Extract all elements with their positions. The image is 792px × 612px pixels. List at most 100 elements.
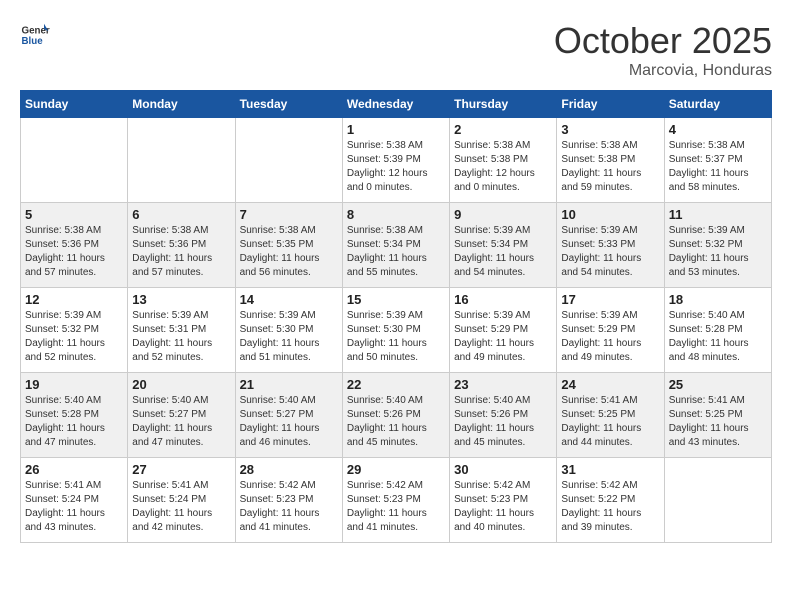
day-info: Sunrise: 5:39 AMSunset: 5:29 PMDaylight:…: [561, 309, 659, 365]
day-info: Sunrise: 5:41 AMSunset: 5:25 PMDaylight:…: [669, 394, 767, 450]
day-number: 10: [561, 207, 659, 222]
title-area: October 2025 Marcovia, Honduras: [554, 20, 772, 80]
table-row: 1 Sunrise: 5:38 AMSunset: 5:39 PMDaylight…: [342, 118, 449, 203]
day-info: Sunrise: 5:42 AMSunset: 5:23 PMDaylight:…: [347, 479, 445, 535]
day-number: 18: [669, 292, 767, 307]
page-header: General Blue October 2025 Marcovia, Hond…: [20, 20, 772, 80]
day-number: 11: [669, 207, 767, 222]
day-info: Sunrise: 5:41 AMSunset: 5:24 PMDaylight:…: [25, 479, 123, 535]
day-number: 4: [669, 122, 767, 137]
day-info: Sunrise: 5:40 AMSunset: 5:26 PMDaylight:…: [454, 394, 552, 450]
day-info: Sunrise: 5:40 AMSunset: 5:28 PMDaylight:…: [25, 394, 123, 450]
weekday-header-row: Sunday Monday Tuesday Wednesday Thursday…: [21, 91, 772, 118]
table-row: [235, 118, 342, 203]
logo-icon: General Blue: [20, 20, 50, 50]
day-info: Sunrise: 5:39 AMSunset: 5:31 PMDaylight:…: [132, 309, 230, 365]
table-row: 5 Sunrise: 5:38 AMSunset: 5:36 PMDaylight…: [21, 203, 128, 288]
table-row: 2Sunrise: 5:38 AMSunset: 5:38 PMDaylight…: [450, 118, 557, 203]
calendar-week-row: 1 Sunrise: 5:38 AMSunset: 5:39 PMDaylight…: [21, 118, 772, 203]
day-number: 13: [132, 292, 230, 307]
location-title: Marcovia, Honduras: [554, 62, 772, 80]
day-number: 31: [561, 462, 659, 477]
svg-text:Blue: Blue: [22, 36, 44, 47]
day-info: Sunrise: 5:40 AMSunset: 5:26 PMDaylight:…: [347, 394, 445, 450]
table-row: 15 Sunrise: 5:39 AMSunset: 5:30 PMDayligh…: [342, 288, 449, 373]
day-info: Sunrise: 5:39 AMSunset: 5:30 PMDaylight:…: [347, 309, 445, 365]
table-row: [21, 118, 128, 203]
header-saturday: Saturday: [664, 91, 771, 118]
table-row: 29 Sunrise: 5:42 AMSunset: 5:23 PMDayligh…: [342, 458, 449, 543]
day-number: 16: [454, 292, 552, 307]
day-info: Sunrise: 5:38 AMSunset: 5:36 PMDaylight:…: [132, 224, 230, 280]
day-number: 30: [454, 462, 552, 477]
table-row: 11 Sunrise: 5:39 AMSunset: 5:32 PMDayligh…: [664, 203, 771, 288]
table-row: 26 Sunrise: 5:41 AMSunset: 5:24 PMDayligh…: [21, 458, 128, 543]
table-row: [128, 118, 235, 203]
day-number: 19: [25, 377, 123, 392]
table-row: 30 Sunrise: 5:42 AMSunset: 5:23 PMDayligh…: [450, 458, 557, 543]
day-info: Sunrise: 5:38 AMSunset: 5:37 PMDaylight:…: [669, 139, 767, 195]
day-info: Sunrise: 5:38 AMSunset: 5:34 PMDaylight:…: [347, 224, 445, 280]
table-row: 19 Sunrise: 5:40 AMSunset: 5:28 PMDayligh…: [21, 373, 128, 458]
header-wednesday: Wednesday: [342, 91, 449, 118]
day-number: 17: [561, 292, 659, 307]
header-sunday: Sunday: [21, 91, 128, 118]
day-number: 14: [240, 292, 338, 307]
day-info: Sunrise: 5:39 AMSunset: 5:34 PMDaylight:…: [454, 224, 552, 280]
table-row: 8 Sunrise: 5:38 AMSunset: 5:34 PMDaylight…: [342, 203, 449, 288]
day-number: 23: [454, 377, 552, 392]
day-number: 29: [347, 462, 445, 477]
table-row: 24Sunrise: 5:41 AMSunset: 5:25 PMDayligh…: [557, 373, 664, 458]
table-row: 21 Sunrise: 5:40 AMSunset: 5:27 PMDayligh…: [235, 373, 342, 458]
logo: General Blue: [20, 20, 50, 50]
table-row: 4 Sunrise: 5:38 AMSunset: 5:37 PMDaylight…: [664, 118, 771, 203]
day-number: 6: [132, 207, 230, 222]
day-number: 21: [240, 377, 338, 392]
day-info: Sunrise: 5:39 AMSunset: 5:32 PMDaylight:…: [669, 224, 767, 280]
day-info: Sunrise: 5:38 AMSunset: 5:38 PMDaylight:…: [454, 139, 552, 195]
day-number: 8: [347, 207, 445, 222]
calendar-table: Sunday Monday Tuesday Wednesday Thursday…: [20, 90, 772, 543]
calendar-week-row: 26 Sunrise: 5:41 AMSunset: 5:24 PMDayligh…: [21, 458, 772, 543]
day-number: 27: [132, 462, 230, 477]
day-info: Sunrise: 5:40 AMSunset: 5:28 PMDaylight:…: [669, 309, 767, 365]
day-number: 15: [347, 292, 445, 307]
table-row: [664, 458, 771, 543]
day-info: Sunrise: 5:39 AMSunset: 5:32 PMDaylight:…: [25, 309, 123, 365]
day-number: 20: [132, 377, 230, 392]
day-number: 28: [240, 462, 338, 477]
day-info: Sunrise: 5:39 AMSunset: 5:30 PMDaylight:…: [240, 309, 338, 365]
day-number: 25: [669, 377, 767, 392]
day-number: 3: [561, 122, 659, 137]
header-monday: Monday: [128, 91, 235, 118]
table-row: 16Sunrise: 5:39 AMSunset: 5:29 PMDayligh…: [450, 288, 557, 373]
table-row: 23 Sunrise: 5:40 AMSunset: 5:26 PMDayligh…: [450, 373, 557, 458]
day-info: Sunrise: 5:42 AMSunset: 5:23 PMDaylight:…: [454, 479, 552, 535]
day-info: Sunrise: 5:40 AMSunset: 5:27 PMDaylight:…: [240, 394, 338, 450]
day-info: Sunrise: 5:42 AMSunset: 5:22 PMDaylight:…: [561, 479, 659, 535]
day-info: Sunrise: 5:38 AMSunset: 5:39 PMDaylight:…: [347, 139, 445, 195]
day-info: Sunrise: 5:38 AMSunset: 5:36 PMDaylight:…: [25, 224, 123, 280]
table-row: 18 Sunrise: 5:40 AMSunset: 5:28 PMDayligh…: [664, 288, 771, 373]
header-thursday: Thursday: [450, 91, 557, 118]
month-title: October 2025: [554, 20, 772, 62]
table-row: 28 Sunrise: 5:42 AMSunset: 5:23 PMDayligh…: [235, 458, 342, 543]
day-number: 12: [25, 292, 123, 307]
calendar-week-row: 12 Sunrise: 5:39 AMSunset: 5:32 PMDayligh…: [21, 288, 772, 373]
table-row: 12 Sunrise: 5:39 AMSunset: 5:32 PMDayligh…: [21, 288, 128, 373]
day-info: Sunrise: 5:39 AMSunset: 5:33 PMDaylight:…: [561, 224, 659, 280]
day-number: 7: [240, 207, 338, 222]
day-number: 24: [561, 377, 659, 392]
day-number: 1: [347, 122, 445, 137]
table-row: 17 Sunrise: 5:39 AMSunset: 5:29 PMDayligh…: [557, 288, 664, 373]
table-row: 14 Sunrise: 5:39 AMSunset: 5:30 PMDayligh…: [235, 288, 342, 373]
table-row: 6 Sunrise: 5:38 AMSunset: 5:36 PMDaylight…: [128, 203, 235, 288]
table-row: 27Sunrise: 5:41 AMSunset: 5:24 PMDayligh…: [128, 458, 235, 543]
table-row: 3Sunrise: 5:38 AMSunset: 5:38 PMDaylight…: [557, 118, 664, 203]
day-number: 9: [454, 207, 552, 222]
table-row: 10 Sunrise: 5:39 AMSunset: 5:33 PMDayligh…: [557, 203, 664, 288]
day-info: Sunrise: 5:42 AMSunset: 5:23 PMDaylight:…: [240, 479, 338, 535]
day-number: 26: [25, 462, 123, 477]
day-number: 5: [25, 207, 123, 222]
table-row: 20Sunrise: 5:40 AMSunset: 5:27 PMDayligh…: [128, 373, 235, 458]
